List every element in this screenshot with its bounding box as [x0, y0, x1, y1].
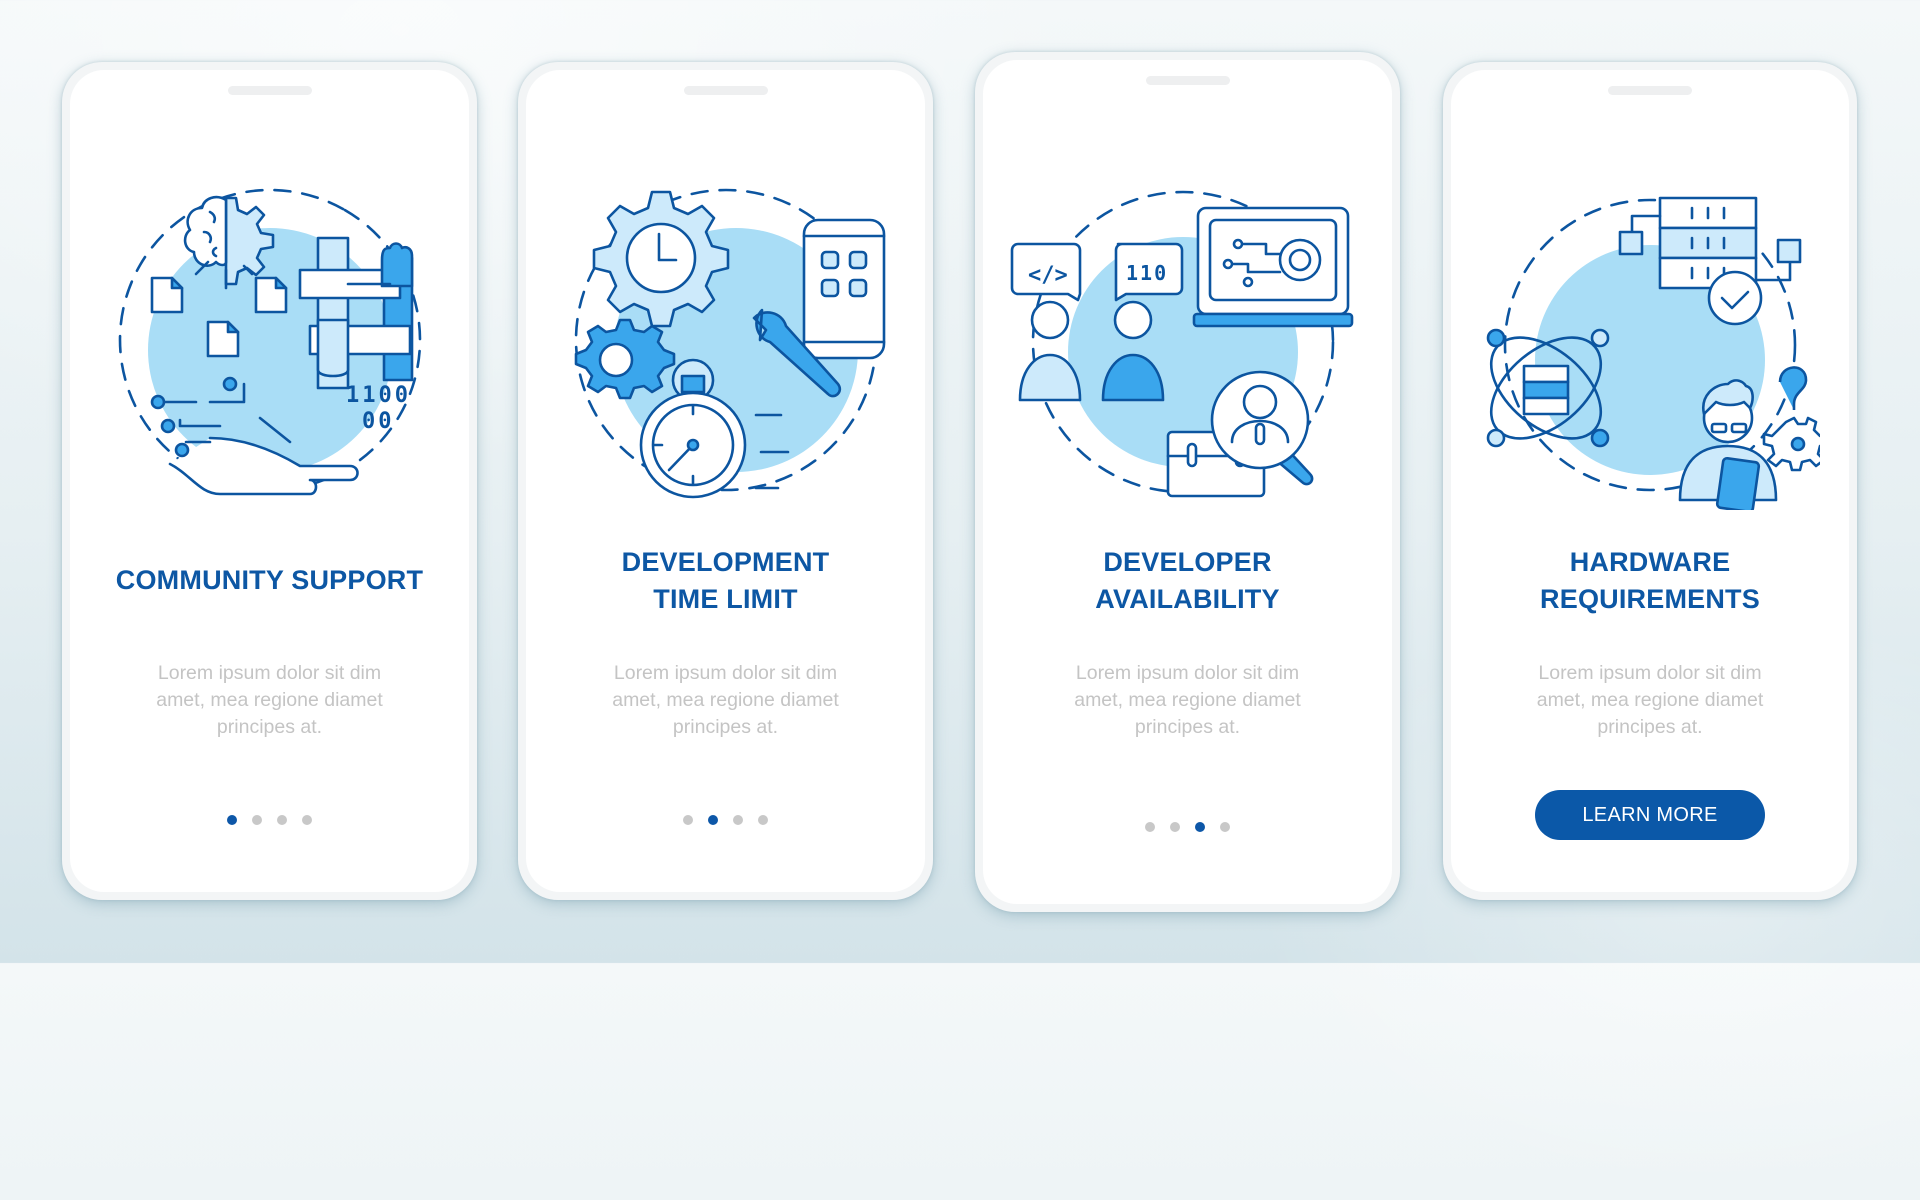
description-line: amet, mea regione diamet [1074, 689, 1301, 711]
binary-bubble-text: 110 [1126, 261, 1168, 285]
title-line: HARDWARE [1569, 547, 1731, 577]
phone-speaker-notch [227, 86, 312, 95]
pagination-dot-1[interactable] [683, 815, 693, 825]
screen-description: Lorem ipsum dolor sit dim amet, mea regi… [70, 660, 469, 741]
title-line: COMMUNITY SUPPORT [115, 565, 424, 595]
description-line: principes at. [1597, 716, 1703, 738]
checkmark-circle-icon [1707, 270, 1763, 326]
description-line: amet, mea regione diamet [1536, 689, 1764, 711]
pagination-dot-1[interactable] [1145, 822, 1155, 832]
screen-content: 1100 00 COMMUNITY SUPPORT Lorem ipsum do… [70, 70, 469, 892]
title-line: AVAILABILITY [1095, 584, 1280, 614]
pagination-dots [526, 815, 925, 825]
description-line: Lorem ipsum dolor sit dim [1075, 662, 1300, 684]
description-line: principes at. [672, 716, 779, 738]
pagination-dot-4[interactable] [758, 815, 768, 825]
screen-title: DEVELOPMENT TIME LIMIT [526, 544, 925, 618]
title-line: TIME LIMIT [653, 584, 798, 614]
screen-description: Lorem ipsum dolor sit dim amet, mea regi… [1451, 660, 1849, 741]
onboarding-screen-development-time-limit: DEVELOPMENT TIME LIMIT Lorem ipsum dolor… [518, 62, 933, 900]
binary-text: 1100 [346, 383, 411, 408]
pagination-dot-2[interactable] [252, 815, 262, 825]
phone-speaker-notch [1608, 86, 1692, 95]
laptop-gear-icon [1192, 206, 1353, 328]
smartphone-apps-icon [802, 218, 885, 360]
title-line: DEVELOPMENT [621, 547, 830, 577]
screen-content: </> 110 DEVELOPER AVAILABILITY Lorem ips… [983, 60, 1392, 904]
description-line: amet, mea regione diamet [612, 689, 839, 711]
screen-title: DEVELOPER AVAILABILITY [983, 544, 1392, 618]
description-line: principes at. [216, 716, 323, 738]
pagination-dot-3[interactable] [277, 815, 287, 825]
pagination-dot-4[interactable] [1220, 822, 1230, 832]
pagination-dot-3[interactable] [733, 815, 743, 825]
title-line: REQUIREMENTS [1540, 584, 1760, 614]
developer-availability-illustration: </> 110 [1010, 190, 1353, 498]
pagination-dot-4[interactable] [302, 815, 312, 825]
document-icon [150, 276, 183, 314]
pagination-dot-3-active[interactable] [1195, 822, 1205, 832]
onboarding-screen-hardware-requirements: HARDWARE REQUIREMENTS Lorem ipsum dolor … [1443, 62, 1857, 900]
screen-content: HARDWARE REQUIREMENTS Lorem ipsum dolor … [1451, 70, 1849, 892]
code-bubble-text: </> [1028, 263, 1068, 288]
pagination-dot-2-active[interactable] [708, 815, 718, 825]
description-line: Lorem ipsum dolor sit dim [1538, 662, 1762, 684]
binary-bubble-icon: 110 [1114, 242, 1183, 302]
description-line: principes at. [1134, 716, 1241, 738]
title-line: DEVELOPER [1103, 547, 1272, 577]
phone-speaker-notch [683, 86, 768, 95]
hardware-requirements-illustration [1486, 196, 1820, 510]
phone-speaker-notch [1145, 76, 1230, 85]
development-time-limit-illustration [574, 188, 885, 499]
community-support-illustration: 1100 00 [118, 188, 421, 496]
pagination-dots [983, 822, 1392, 832]
screen-title: HARDWARE REQUIREMENTS [1451, 544, 1849, 618]
learn-more-button[interactable]: LEARN MORE [1535, 790, 1765, 840]
onboarding-screen-developer-availability: </> 110 DEVELOPER AVAILABILITY Lorem ips… [975, 52, 1400, 912]
screen-description: Lorem ipsum dolor sit dim amet, mea regi… [526, 660, 925, 741]
gear-clock-icon [592, 190, 729, 328]
description-line: Lorem ipsum dolor sit dim [613, 662, 838, 684]
question-gear-icon [1762, 366, 1820, 472]
onboarding-screen-community-support: 1100 00 COMMUNITY SUPPORT Lorem ipsum do… [62, 62, 477, 900]
description-line: amet, mea regione diamet [156, 689, 383, 711]
code-bubble-icon: </> [1010, 242, 1081, 302]
gear-icon [574, 318, 675, 400]
pagination-dot-2[interactable] [1170, 822, 1180, 832]
pagination-dot-1-active[interactable] [227, 815, 237, 825]
screen-title: COMMUNITY SUPPORT [70, 562, 469, 599]
pagination-dots [70, 815, 469, 825]
screen-content: DEVELOPMENT TIME LIMIT Lorem ipsum dolor… [526, 70, 925, 892]
binary-text: 00 [362, 409, 395, 434]
document-icon [254, 276, 287, 314]
screen-description: Lorem ipsum dolor sit dim amet, mea regi… [983, 660, 1392, 741]
document-icon [206, 320, 239, 358]
description-line: Lorem ipsum dolor sit dim [157, 662, 382, 684]
